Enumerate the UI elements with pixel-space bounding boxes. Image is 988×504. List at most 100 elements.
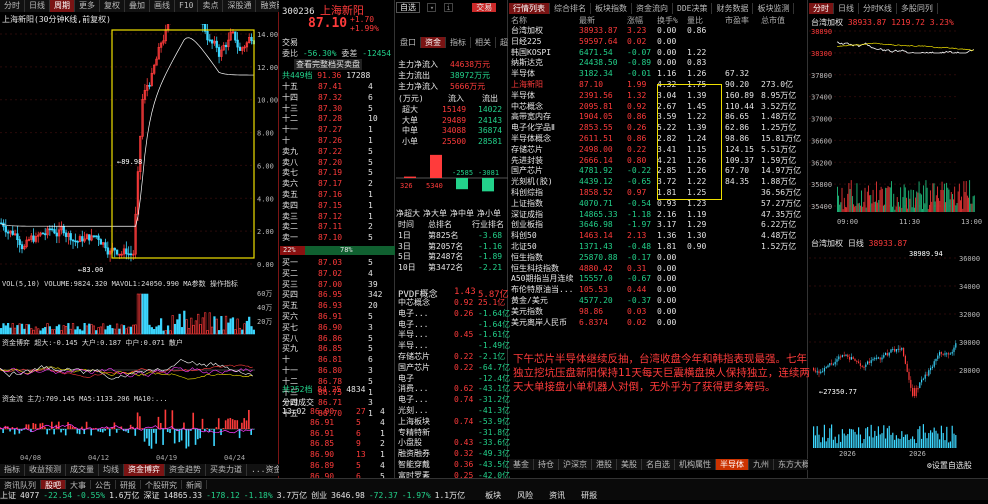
order-level[interactable]: 卖五87.161 [280, 190, 395, 201]
order-level[interactable]: 十一86.803 [280, 366, 395, 377]
chart-tab-7[interactable]: F10 [175, 0, 198, 12]
news-tab-5[interactable]: 个股研究 [141, 480, 182, 489]
order-level[interactable]: 卖九87.225 [280, 147, 395, 158]
market-row[interactable]: 上证指数4070.71-0.540.931.2357.27万亿 [509, 199, 808, 210]
sector-tab-8[interactable]: 九州 [749, 459, 774, 470]
related-row[interactable]: 上海板块0.74-53.9亿 [398, 417, 508, 428]
related-row[interactable]: 电子...0.26-1.64亿 [398, 309, 508, 320]
order-level[interactable]: 买七86.903 [280, 323, 395, 334]
market-row[interactable]: 深证成指14865.33-1.182.161.1947.35万亿 [509, 210, 808, 221]
indicator-tab-6[interactable]: 买卖力道 [206, 464, 247, 476]
news-tab-4[interactable]: 研报 [116, 480, 141, 489]
index-tab-3[interactable]: 多股同列 [897, 3, 938, 14]
sector-tab-5[interactable]: 名自选 [642, 459, 675, 470]
related-row[interactable]: 存储芯片0.22-2.1亿 [398, 352, 508, 363]
chart-tab-5[interactable]: 叠加 [125, 0, 150, 12]
order-level[interactable]: 买四86.95342 [280, 290, 395, 301]
status-item[interactable]: 研报 [581, 491, 597, 500]
order-level[interactable]: 卖六87.172 [280, 179, 395, 190]
index-tab-0[interactable]: 分时 [809, 3, 834, 14]
market-row[interactable]: 黄金/美元4577.20-0.370.00 [509, 296, 808, 307]
status-item[interactable]: 资讯 [549, 491, 565, 500]
order-level[interactable]: 卖四87.151 [280, 201, 395, 212]
news-tab-2[interactable]: 大事 [66, 480, 91, 489]
related-row[interactable]: 消费...0.62-43.1亿 [398, 384, 508, 395]
flow-tab-0[interactable]: 盘口 [396, 37, 421, 48]
market-row[interactable]: 创业板指3646.98-1.973.171.296.22万亿 [509, 220, 808, 231]
status-item[interactable]: 板块 [485, 491, 501, 500]
view-full-depth-link[interactable]: 查看完整档买卖盘 [294, 59, 362, 70]
chart-tab-9[interactable]: 深股通 [223, 0, 256, 12]
order-level[interactable]: 十二87.2810 [280, 114, 395, 125]
chart-tab-2[interactable]: 周期 [50, 0, 75, 12]
market-row[interactable]: 美元指数98.860.030.00 [509, 307, 808, 318]
order-level[interactable]: 十五87.414 [280, 82, 395, 93]
status-item[interactable]: 风险 [517, 491, 533, 500]
related-row[interactable]: 智能穿戴0.36-43.5亿 [398, 460, 508, 471]
market-row[interactable]: 韩国KOSPI6471.54-0.070.001.22 [509, 48, 808, 59]
news-tab-3[interactable]: 公告 [91, 480, 116, 489]
indicator-tab-2[interactable]: 成交量 [66, 464, 99, 476]
market-tab-5[interactable]: 财务数据 [712, 3, 753, 14]
order-level[interactable]: 十87.261 [280, 136, 395, 147]
market-tab-0[interactable]: 行情列表 [509, 3, 550, 14]
index-tab-2[interactable]: 分时K线 [859, 3, 897, 14]
indicator-tab-5[interactable]: 资金趋势 [165, 464, 206, 476]
related-row[interactable]: 电子-12.4亿 [398, 374, 508, 385]
indicator-tab-1[interactable]: 收益预测 [25, 464, 66, 476]
related-row[interactable]: 光刻...-41.3亿 [398, 406, 508, 417]
chart-tab-10[interactable]: 融资融券 [256, 0, 279, 12]
market-row[interactable]: 台湾加权38933.873.230.000.86 [509, 26, 808, 37]
market-row[interactable]: 北证501371.43-0.481.810.901.52万亿 [509, 242, 808, 253]
indicator-tab-3[interactable]: 均线 [99, 464, 124, 476]
settings-button[interactable]: ⚙设置自选股 [927, 460, 972, 471]
sector-tab-4[interactable]: 美股 [617, 459, 642, 470]
order-level[interactable]: 买三87.0039 [280, 280, 395, 291]
chart-tab-6[interactable]: 画线 [150, 0, 175, 12]
order-level[interactable]: 卖一87.105 [280, 233, 395, 244]
watch-button[interactable]: 自选 [396, 2, 420, 13]
index-tab-1[interactable]: 日线 [834, 3, 859, 14]
market-tab-1[interactable]: 综合排名 [550, 3, 591, 14]
order-level[interactable]: 十四87.326 [280, 93, 395, 104]
order-level[interactable]: 买八86.865 [280, 334, 395, 345]
news-tab-1[interactable]: 股吧 [41, 480, 66, 489]
sector-tab-0[interactable]: 基金 [509, 459, 534, 470]
market-tab-6[interactable]: 板块监测 [753, 3, 794, 14]
order-level[interactable]: 买二87.024 [280, 269, 395, 280]
order-level[interactable]: 十三87.305 [280, 104, 395, 115]
sector-tab-1[interactable]: 持仓 [534, 459, 559, 470]
order-level[interactable]: 买九86.855 [280, 344, 395, 355]
sector-tab-7[interactable]: 半导体 [716, 459, 749, 470]
order-level[interactable]: 卖二87.112 [280, 222, 395, 233]
sector-tab-2[interactable]: 沪深京 [559, 459, 592, 470]
related-row[interactable]: 电子...0.74-31.2亿 [398, 395, 508, 406]
related-row[interactable]: 电子...-1.64亿 [398, 320, 508, 331]
order-level[interactable]: 卖七87.195 [280, 168, 395, 179]
market-row[interactable]: 恒生科技指数4880.420.310.00 [509, 264, 808, 275]
chart-tab-8[interactable]: 卖点 [198, 0, 223, 12]
order-level[interactable]: 十86.816 [280, 355, 395, 366]
related-row[interactable]: 国产芯片0.22-64.7亿 [398, 363, 508, 374]
market-tab-4[interactable]: DDE决策 [673, 3, 712, 14]
chart-tab-3[interactable]: 更多 [75, 0, 100, 12]
related-row[interactable]: 融资融券0.32-49.3亿 [398, 449, 508, 460]
market-row[interactable]: 日经22559597.640.020.00 [509, 37, 808, 48]
chart-tab-4[interactable]: 复权 [100, 0, 125, 12]
flow-tab-4[interactable]: 超额 [496, 37, 508, 48]
order-level[interactable]: 十一87.271 [280, 125, 395, 136]
chart-tab-1[interactable]: 日线 [25, 0, 50, 12]
market-row[interactable]: 科创501463.142.131.361.304.48万亿 [509, 231, 808, 242]
order-level[interactable]: 买五86.9320 [280, 301, 395, 312]
market-tab-3[interactable]: 资金流向 [632, 3, 673, 14]
flow-tab-1[interactable]: 资金 [421, 37, 446, 48]
market-tab-2[interactable]: 板块指数 [591, 3, 632, 14]
related-row[interactable]: 半导...0.45-1.61亿 [398, 330, 508, 341]
related-row[interactable]: 半导...-1.49亿 [398, 341, 508, 352]
info-icon[interactable]: i [444, 3, 453, 12]
indicator-tab-4[interactable]: 资金博弈 [124, 464, 165, 476]
sector-tab-6[interactable]: 机构属性 [675, 459, 716, 470]
sector-tab-9[interactable]: 东方大概念 [774, 459, 808, 470]
related-row[interactable]: 小盘股0.43-33.6亿 [398, 438, 508, 449]
indicator-tab-0[interactable]: 指标 [0, 464, 25, 476]
